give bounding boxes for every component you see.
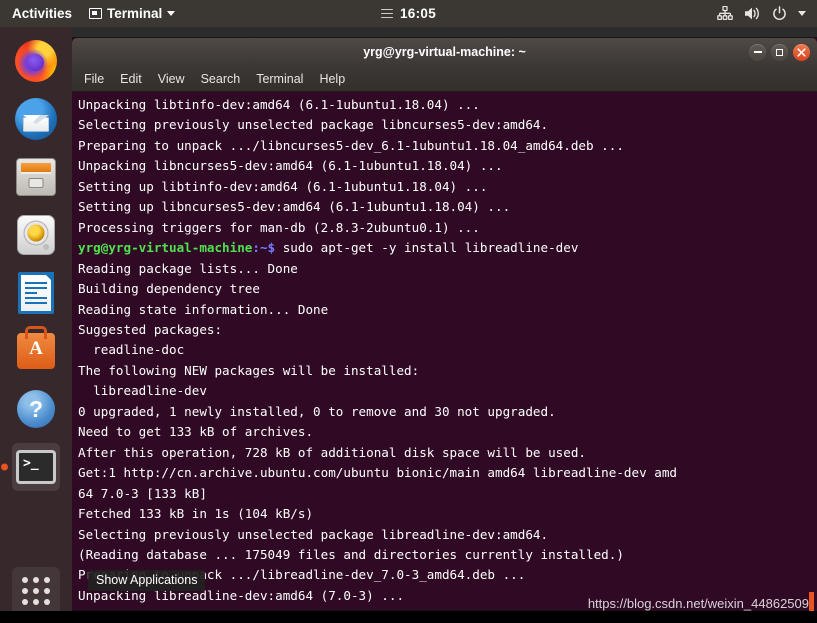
terminal-line: libreadline-dev xyxy=(78,383,207,399)
terminal-line: Building dependency tree xyxy=(78,281,260,297)
mini-terminal-icon xyxy=(89,8,103,19)
terminal-titlebar[interactable]: yrg@yrg-virtual-machine: ~ xyxy=(72,38,817,66)
terminal-line: Setting up libncurses5-dev:amd64 (6.1-1u… xyxy=(78,199,511,215)
top-panel: Activities Terminal 16:05 xyxy=(0,0,817,27)
volume-icon[interactable] xyxy=(744,6,761,21)
terminal-line: Get:1 http://cn.archive.ubuntu.com/ubunt… xyxy=(78,465,677,481)
terminal-line: After this operation, 728 kB of addition… xyxy=(78,444,586,460)
menu-file[interactable]: File xyxy=(84,72,104,86)
terminal-line: readline-doc xyxy=(78,342,185,358)
clock-label[interactable]: 16:05 xyxy=(400,6,436,21)
terminal-line: Unpacking libncurses5-dev:amd64 (6.1-1ub… xyxy=(78,158,503,174)
terminal-line: Need to get 133 kB of archives. xyxy=(78,424,314,440)
tooltip-label: Show Applications xyxy=(96,573,198,587)
maximize-button[interactable] xyxy=(771,43,788,61)
files-icon xyxy=(16,158,56,196)
hamburger-icon xyxy=(380,8,393,19)
terminal-line: Suggested packages: xyxy=(78,321,223,337)
terminal-output-area[interactable]: Unpacking libtinfo-dev:amd64 (6.1-1ubunt… xyxy=(72,92,817,610)
terminal-line: Setting up libtinfo-dev:amd64 (6.1-1ubun… xyxy=(78,178,488,194)
dock-item-ubuntu-software[interactable] xyxy=(12,327,60,375)
terminal-prompt-user: yrg@yrg-virtual-machine xyxy=(78,240,253,256)
dock-item-help[interactable]: ? xyxy=(12,385,60,433)
terminal-line: 64 7.0-3 [133 kB] xyxy=(78,485,207,501)
menu-terminal[interactable]: Terminal xyxy=(256,72,303,86)
dock-item-rhythmbox[interactable] xyxy=(12,211,60,259)
dock-item-thunderbird[interactable] xyxy=(12,95,60,143)
window-controls xyxy=(749,38,810,66)
menu-view[interactable]: View xyxy=(158,72,185,86)
terminal-window: yrg@yrg-virtual-machine: ~ File Edit Vie… xyxy=(72,38,817,610)
terminal-line: 0 upgraded, 1 newly installed, 0 to remo… xyxy=(78,403,556,419)
show-applications-button[interactable] xyxy=(12,567,60,615)
close-button[interactable] xyxy=(793,43,810,61)
terminal-icon xyxy=(16,450,56,484)
dock-item-libreoffice-writer[interactable] xyxy=(12,269,60,317)
status-menu[interactable] xyxy=(717,6,817,21)
terminal-lines: Unpacking libtinfo-dev:amd64 (6.1-1ubunt… xyxy=(78,95,817,610)
terminal-line: Selecting previously unselected package … xyxy=(78,526,549,542)
ubuntu-software-icon xyxy=(17,333,55,369)
terminal-line: Reading state information... Done xyxy=(78,301,329,317)
rhythmbox-icon xyxy=(17,215,55,255)
dock-item-firefox[interactable] xyxy=(12,37,60,85)
help-icon: ? xyxy=(17,390,55,428)
app-menu-label: Terminal xyxy=(107,6,163,21)
firefox-icon xyxy=(15,40,57,82)
thunderbird-icon xyxy=(15,98,57,140)
terminal-line: Selecting previously unselected package … xyxy=(78,117,549,133)
activities-label: Activities xyxy=(12,6,73,21)
terminal-line: Processing triggers for man-db (2.8.3-2u… xyxy=(78,219,480,235)
dock-item-terminal[interactable] xyxy=(12,443,60,491)
grid-icon xyxy=(22,577,50,605)
terminal-line: (Reading database ... 175049 files and d… xyxy=(78,546,624,562)
terminal-title: yrg@yrg-virtual-machine: ~ xyxy=(363,45,526,59)
power-icon[interactable] xyxy=(772,6,787,21)
watermark-url: https://blog.csdn.net/weixin_44862509 xyxy=(587,596,809,611)
terminal-line: Preparing to unpack .../libncurses5-dev_… xyxy=(78,137,624,153)
app-menu-terminal[interactable]: Terminal xyxy=(81,0,183,27)
minimize-button[interactable] xyxy=(749,43,766,61)
menu-search[interactable]: Search xyxy=(201,72,241,86)
terminal-prompt-path: :~$ xyxy=(252,240,276,256)
desktop-screen: Activities Terminal 16:05 A ? >_ yrg@yrg… xyxy=(0,0,817,623)
screen-bottom-strip xyxy=(0,611,817,623)
dock: ? xyxy=(0,27,72,623)
terminal-line: Unpacking libtinfo-dev:amd64 (6.1-1ubunt… xyxy=(78,97,480,112)
show-applications-tooltip: Show Applications xyxy=(88,570,206,591)
dock-item-files[interactable] xyxy=(12,153,60,201)
terminal-menubar: File Edit View Search Terminal Help xyxy=(72,66,817,92)
libreoffice-writer-icon xyxy=(18,272,54,314)
terminal-line: Fetched 133 kB in 1s (104 kB/s) xyxy=(78,506,314,522)
status-chevron-down-icon[interactable] xyxy=(798,11,806,16)
terminal-line: Reading package lists... Done xyxy=(78,260,298,276)
terminal-command: sudo apt-get -y install libreadline-dev xyxy=(275,240,579,256)
terminal-line: The following NEW packages will be insta… xyxy=(78,362,420,378)
chevron-down-icon xyxy=(167,11,176,16)
terminal-line: yrg@yrg-virtual-machine:~$ sudo apt-get … xyxy=(78,238,817,258)
menu-edit[interactable]: Edit xyxy=(120,72,142,86)
activities-button[interactable]: Activities xyxy=(0,0,81,27)
network-wired-icon[interactable] xyxy=(717,6,733,21)
menu-help[interactable]: Help xyxy=(319,72,345,86)
